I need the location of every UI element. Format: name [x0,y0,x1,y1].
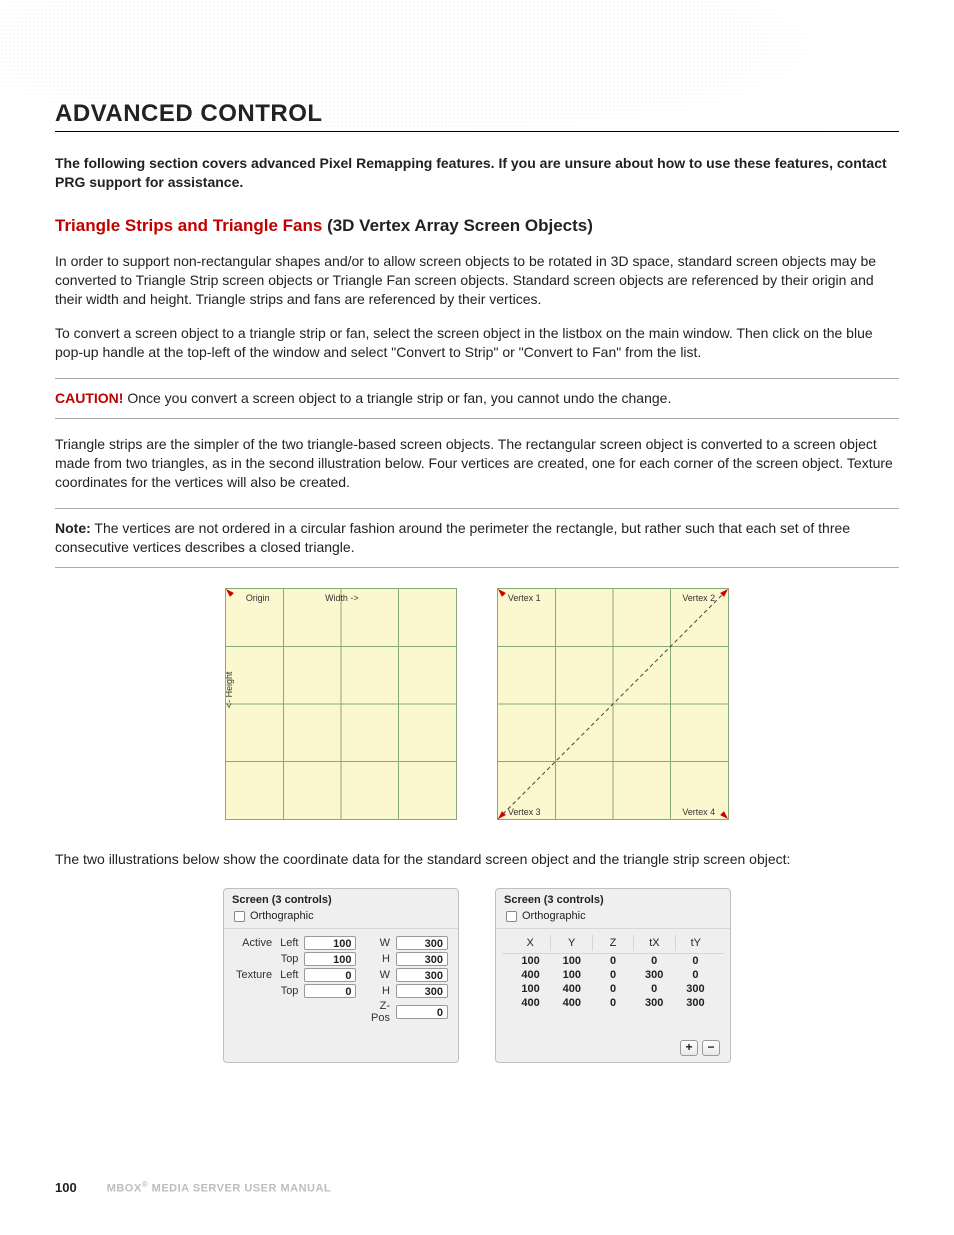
table-row[interactable]: 100100000 [502,954,724,968]
subhead-red-part: Triangle Strips and Triangle Fans [55,216,322,235]
panelB-title: Screen (3 controls) [496,889,730,908]
note-label: Note: [55,520,91,536]
diag1-origin-label: Origin [246,592,270,602]
note-text: The vertices are not ordered in a circul… [55,520,850,555]
panelA-title: Screen (3 controls) [224,889,458,908]
panelA-ortho-label: Orthographic [250,910,314,922]
panelA-ortho-checkbox[interactable] [234,911,245,922]
subhead-rest: (3D Vertex Array Screen Objects) [322,216,593,235]
diag1-width-label: Width -> [325,592,358,602]
diag2-v4-label: Vertex 4 [682,807,715,817]
note-block: Note: The vertices are not ordered in a … [55,508,899,568]
panelB-ortho-checkbox[interactable] [506,911,517,922]
panel-vertex-coords: Screen (3 controls) Orthographic X Y Z t… [495,888,731,1063]
diag1-height-label: <- Height [225,671,234,708]
intro-paragraph: The following section covers advanced Pi… [55,154,899,192]
diag2-v1-label: Vertex 1 [508,592,541,602]
table-row: Z-Pos 0 [232,999,450,1025]
table-row[interactable]: 4004000300300 [502,996,724,1010]
table-row: Top 100 H 300 [232,951,450,967]
add-vertex-button[interactable]: + [680,1040,698,1056]
diagram-triangle-strip: Vertex 1 Vertex 2 Vertex 3 Vertex 4 [497,588,729,820]
diag2-v3-label: Vertex 3 [508,807,541,817]
paragraph-2: To convert a screen object to a triangle… [55,324,899,362]
paragraph-4: The two illustrations below show the coo… [55,850,899,869]
section-heading: ADVANCED CONTROL [55,100,899,132]
table-row[interactable]: 40010003000 [502,968,724,982]
panel-standard-coords: Screen (3 controls) Orthographic Active … [223,888,459,1063]
panelB-header-row: X Y Z tX tY [502,935,724,954]
table-row: Active Left 100 W 300 [232,935,450,951]
table-row: Texture Left 0 W 300 [232,967,450,983]
panelA-tex-top[interactable]: 0 [304,984,356,998]
panelA-tex-w[interactable]: 300 [396,968,448,982]
diag2-v2-label: Vertex 2 [682,592,715,602]
subsection-heading: Triangle Strips and Triangle Fans (3D Ve… [55,216,899,236]
panelA-table: Active Left 100 W 300 Top 100 H 300 Text… [232,935,450,1025]
table-row[interactable]: 10040000300 [502,982,724,996]
panelB-ortho-label: Orthographic [522,910,586,922]
panelA-tex-left[interactable]: 0 [304,968,356,982]
panelA-zpos[interactable]: 0 [396,1005,448,1019]
panelA-active-left[interactable]: 100 [304,936,356,950]
panelA-tex-h[interactable]: 300 [396,984,448,998]
caution-block: CAUTION! Once you convert a screen objec… [55,378,899,419]
panelA-active-h[interactable]: 300 [396,952,448,966]
caution-label: CAUTION! [55,390,123,406]
page-number: 100 [55,1180,77,1195]
diagram-standard-rect: Origin Width -> <- Height [225,588,457,820]
caution-text: Once you convert a screen object to a tr… [123,390,671,406]
page-footer: 100 MBOX® MEDIA SERVER USER MANUAL [55,1180,899,1195]
remove-vertex-button[interactable]: − [702,1040,720,1056]
paragraph-1: In order to support non-rectangular shap… [55,252,899,309]
panelA-active-w[interactable]: 300 [396,936,448,950]
publication-title: MBOX® MEDIA SERVER USER MANUAL [107,1180,331,1195]
table-row: Top 0 H 300 [232,983,450,999]
paragraph-3: Triangle strips are the simpler of the t… [55,435,899,492]
panelA-active-top[interactable]: 100 [304,952,356,966]
